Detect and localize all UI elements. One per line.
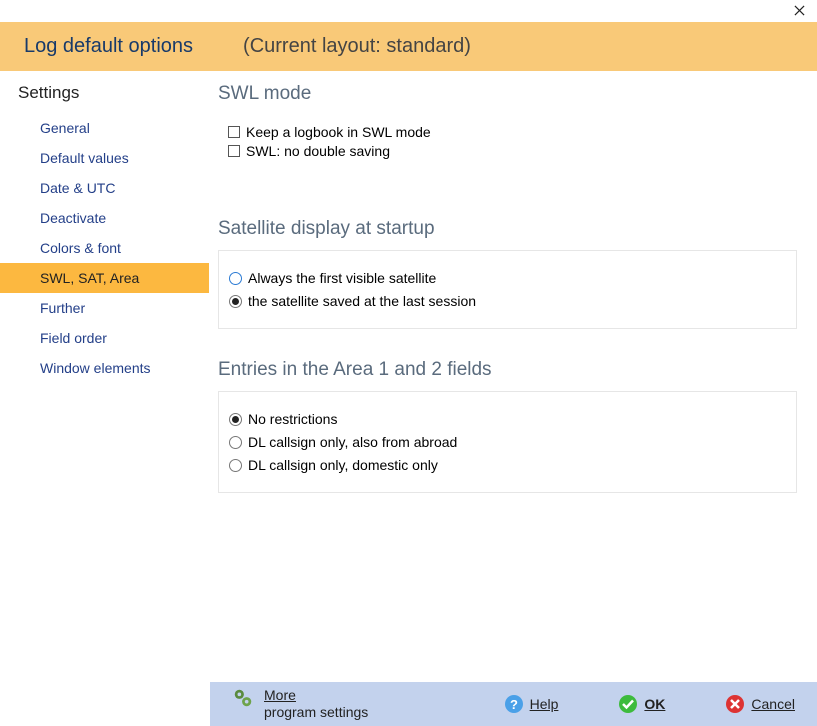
radio-label: No restrictions [248, 411, 337, 427]
cancel-button[interactable]: Cancel [725, 694, 795, 714]
more-line1: More [264, 687, 296, 703]
ok-label: OK [644, 696, 665, 712]
sidebar-item-default-values[interactable]: Default values [0, 143, 209, 173]
main: SWL mode Keep a logbook in SWL mode SWL:… [210, 71, 817, 675]
help-button[interactable]: ? Help [504, 694, 559, 714]
checkbox-label: Keep a logbook in SWL mode [246, 124, 431, 140]
radio-icon [229, 413, 242, 426]
sidebar-item-swl-sat-area[interactable]: SWL, SAT, Area [0, 263, 209, 293]
body: Settings General Default values Date & U… [0, 71, 817, 675]
checkbox-icon [228, 145, 240, 157]
footer: More program settings ? Help OK [210, 682, 817, 726]
sidebar-item-label: Further [40, 300, 85, 316]
sidebar-item-colors-font[interactable]: Colors & font [0, 233, 209, 263]
help-label: Help [530, 696, 559, 712]
checkbox-label: SWL: no double saving [246, 143, 390, 159]
radio-label: DL callsign only, domestic only [248, 457, 438, 473]
area-group: No restrictions DL callsign only, also f… [218, 391, 797, 493]
radio-icon [229, 295, 242, 308]
ok-button[interactable]: OK [618, 694, 665, 714]
help-icon: ? [504, 694, 524, 714]
sidebar-item-label: General [40, 120, 90, 136]
sidebar-item-further[interactable]: Further [0, 293, 209, 323]
close-icon[interactable] [791, 2, 807, 18]
area-no-restrictions-radio[interactable]: No restrictions [229, 411, 786, 427]
gears-icon [232, 687, 254, 709]
svg-text:?: ? [510, 697, 518, 712]
radio-icon [229, 459, 242, 472]
sidebar-item-label: Colors & font [40, 240, 121, 256]
sidebar-item-date-utc[interactable]: Date & UTC [0, 173, 209, 203]
more-line2: program settings [264, 704, 368, 722]
radio-icon [229, 436, 242, 449]
swl-no-double-saving-checkbox[interactable]: SWL: no double saving [228, 143, 787, 159]
checkbox-icon [228, 126, 240, 138]
sat-saved-last-session-radio[interactable]: the satellite saved at the last session [229, 293, 786, 309]
area-section-title: Entries in the Area 1 and 2 fields [218, 359, 797, 381]
cancel-label: Cancel [751, 696, 795, 712]
sidebar-item-window-elements[interactable]: Window elements [0, 353, 209, 383]
cancel-icon [725, 694, 745, 714]
banner-subtitle: (Current layout: standard) [243, 35, 471, 58]
sidebar-item-general[interactable]: General [0, 113, 209, 143]
banner: Log default options (Current layout: sta… [0, 22, 817, 71]
sidebar-title: Settings [0, 83, 209, 103]
area-dl-domestic-radio[interactable]: DL callsign only, domestic only [229, 457, 786, 473]
sat-section-title: Satellite display at startup [218, 218, 797, 240]
radio-label: DL callsign only, also from abroad [248, 434, 457, 450]
radio-label: the satellite saved at the last session [248, 293, 476, 309]
sat-first-visible-radio[interactable]: Always the first visible satellite [229, 270, 786, 286]
titlebar [0, 0, 817, 22]
sidebar-item-label: SWL, SAT, Area [40, 270, 139, 286]
radio-icon [229, 272, 242, 285]
sidebar-item-label: Window elements [40, 360, 151, 376]
area-dl-abroad-radio[interactable]: DL callsign only, also from abroad [229, 434, 786, 450]
swl-group: Keep a logbook in SWL mode SWL: no doubl… [218, 115, 797, 168]
sidebar-item-deactivate[interactable]: Deactivate [0, 203, 209, 233]
sidebar-item-label: Default values [40, 150, 129, 166]
sidebar-item-label: Field order [40, 330, 107, 346]
swl-keep-logbook-checkbox[interactable]: Keep a logbook in SWL mode [228, 124, 787, 140]
sat-group: Always the first visible satellite the s… [218, 250, 797, 329]
sidebar-item-field-order[interactable]: Field order [0, 323, 209, 353]
ok-icon [618, 694, 638, 714]
sidebar: Settings General Default values Date & U… [0, 71, 210, 675]
sidebar-item-label: Date & UTC [40, 180, 115, 196]
more-settings-button[interactable]: More program settings [232, 687, 368, 722]
swl-section-title: SWL mode [218, 83, 797, 105]
more-settings-label: More program settings [264, 687, 368, 722]
sidebar-item-label: Deactivate [40, 210, 106, 226]
banner-title: Log default options [24, 35, 193, 58]
radio-label: Always the first visible satellite [248, 270, 436, 286]
